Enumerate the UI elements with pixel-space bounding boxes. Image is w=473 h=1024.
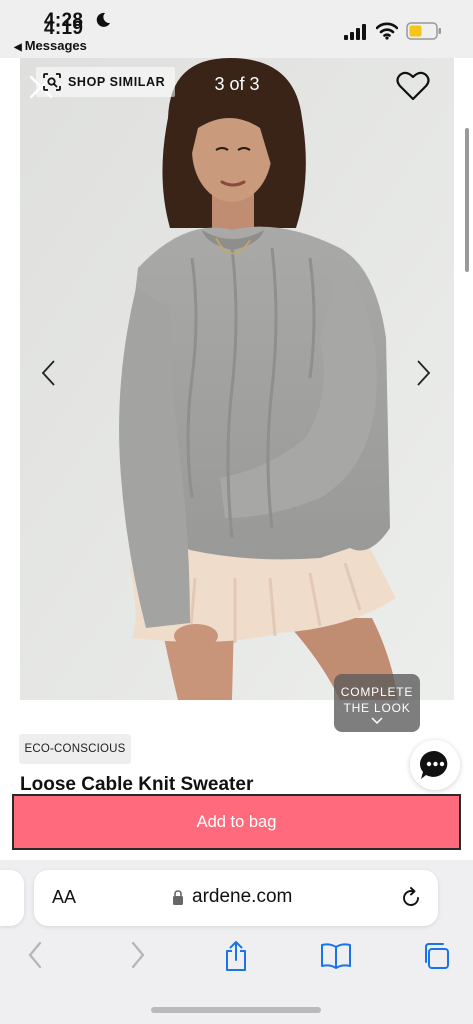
status-bar: 4:28 4:19 ◀ Messages: [0, 0, 473, 58]
home-indicator: [151, 1007, 321, 1013]
status-time: 4:19: [44, 18, 84, 39]
url-domain[interactable]: ardene.com: [172, 886, 292, 908]
text-size-button[interactable]: AA: [52, 887, 76, 908]
product-image-gallery[interactable]: SHOP SIMILAR 3 of 3: [20, 58, 454, 700]
back-triangle-icon: ◀: [14, 42, 22, 53]
bookmarks-icon[interactable]: [320, 942, 352, 970]
forward-icon[interactable]: [129, 940, 147, 970]
chevron-down-icon: [371, 717, 383, 725]
wifi-icon: [376, 22, 398, 40]
visual-search-icon: [43, 73, 61, 91]
text-size-label: AA: [52, 887, 77, 907]
chat-bubble-icon: [420, 750, 448, 779]
reload-icon[interactable]: [400, 887, 422, 909]
cellular-signal-icon: [344, 24, 366, 40]
complete-look-line2: THE LOOK: [343, 701, 411, 715]
product-photo: [20, 58, 454, 700]
next-image-arrow-icon[interactable]: [412, 358, 434, 388]
complete-look-line1: COMPLETE: [340, 685, 414, 699]
domain-text: ardene.com: [192, 886, 293, 907]
address-bar[interactable]: AA ardene.com: [34, 870, 438, 926]
moon-icon: [96, 12, 110, 27]
wishlist-heart-icon[interactable]: [396, 70, 430, 102]
back-icon[interactable]: [26, 940, 44, 970]
tabs-icon[interactable]: [422, 942, 450, 970]
eco-conscious-badge: ECO-CONSCIOUS: [19, 734, 131, 764]
back-to-app-link[interactable]: ◀ Messages: [14, 38, 87, 53]
previous-tab-preview[interactable]: [0, 870, 24, 926]
back-app-label: Messages: [24, 38, 87, 53]
chat-button[interactable]: [410, 740, 460, 790]
image-counter: 3 of 3: [214, 74, 260, 94]
page-scrollbar[interactable]: [465, 128, 469, 272]
previous-image-arrow-icon[interactable]: [38, 358, 60, 388]
product-title: Loose Cable Knit Sweater: [20, 776, 280, 790]
battery-icon: [406, 22, 441, 40]
lock-icon: [173, 889, 183, 905]
product-title-text: Loose Cable Knit Sweater: [20, 776, 254, 790]
shop-similar-label: SHOP SIMILAR: [68, 75, 166, 89]
share-icon[interactable]: [223, 940, 249, 972]
shop-similar-button[interactable]: SHOP SIMILAR: [36, 67, 176, 97]
add-to-bag-button[interactable]: Add to bag: [12, 794, 461, 850]
complete-the-look-button[interactable]: COMPLETE THE LOOK: [334, 674, 420, 732]
